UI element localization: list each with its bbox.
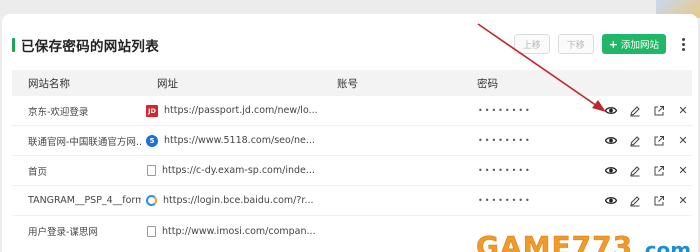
column-header-password: 密码 (477, 77, 498, 90)
pencil-icon[interactable] (628, 164, 642, 178)
site-url-cell: https://login.bce.baidu.com/?r... (141, 195, 329, 206)
more-menu-icon[interactable] (680, 37, 686, 51)
move-up-button[interactable]: 上移 (513, 34, 550, 54)
table-row[interactable]: 京东-欢迎登录 JD https://passport.jd.com/new/l… (12, 96, 692, 126)
eye-icon[interactable] (604, 104, 618, 118)
external-link-icon[interactable] (652, 194, 666, 208)
page-title: 已保存密码的网站列表 (21, 39, 159, 55)
site-name: TANGRAM__PSP_4__form (28, 195, 141, 206)
site-name: 首页 (28, 166, 48, 178)
site-url-cell: https://c-dy.exam-sp.com/inde... (141, 165, 329, 176)
external-link-icon[interactable] (652, 104, 666, 118)
pencil-icon[interactable] (628, 104, 642, 118)
close-icon[interactable]: ✕ (676, 134, 690, 148)
external-link-icon[interactable] (652, 134, 666, 148)
site-name: 京东-欢迎登录 (28, 106, 89, 118)
pencil-icon[interactable] (628, 134, 642, 148)
site-password: •••••••• (478, 166, 532, 175)
site-url: https://c-dy.exam-sp.com/inde... (162, 165, 315, 176)
site-password: •••••••• (478, 196, 532, 205)
document-favicon-icon (147, 225, 156, 237)
site-password: •••••••• (478, 136, 532, 145)
5118-favicon-icon: 5 (146, 134, 158, 147)
site-url: https://passport.jd.com/new/lo... (164, 105, 318, 116)
site-url: https://login.bce.baidu.com/?r... (163, 195, 314, 206)
table-row[interactable]: 首页 https://c-dy.exam-sp.com/inde... ••••… (12, 156, 692, 186)
list-header: 已保存密码的网站列表 (12, 34, 159, 56)
password-table: 网站名称 网址 账号 密码 京东-欢迎登录 JD https://passpor… (12, 70, 692, 246)
external-link-icon[interactable] (652, 164, 666, 178)
site-name: 用户登录-谋思网 (28, 227, 98, 238)
eye-icon[interactable] (604, 134, 618, 148)
site-password: •••••••• (478, 106, 532, 115)
site-url-cell: 5 https://www.5118.com/seo/ne... (141, 134, 329, 147)
close-icon[interactable]: ✕ (676, 164, 690, 178)
row-actions: ✕ (592, 164, 692, 178)
jd-favicon-icon: JD (146, 104, 158, 117)
plus-icon: + (608, 37, 618, 51)
toolbar: 上移 下移 + 添加网站 (513, 34, 686, 54)
eye-icon[interactable] (604, 164, 618, 178)
watermark-suffix: .com (637, 237, 692, 252)
column-header-name: 网站名称 (28, 77, 70, 90)
eye-icon[interactable] (604, 194, 618, 208)
baidu-cloud-favicon-icon (146, 195, 157, 206)
watermark-text: GAME773 (476, 230, 634, 252)
column-header-url: 网址 (157, 77, 178, 90)
column-header-account: 账号 (337, 77, 358, 90)
close-icon[interactable]: ✕ (676, 194, 690, 208)
row-actions: ✕ (592, 104, 692, 118)
site-name: 联通官网-中国联通官方网... (28, 136, 141, 148)
pencil-icon[interactable] (628, 194, 642, 208)
site-url: https://www.5118.com/seo/ne... (164, 135, 315, 146)
title-accent-bar (12, 38, 15, 52)
add-website-label: 添加网站 (620, 40, 659, 51)
table-row[interactable]: TANGRAM__PSP_4__form https://login.bce.b… (12, 186, 692, 216)
site-url-cell: http://www.imosi.com/compan... (141, 225, 329, 237)
table-row[interactable]: 联通官网-中国联通官方网... 5 https://www.5118.com/s… (12, 126, 692, 156)
add-website-button[interactable]: + 添加网站 (601, 34, 666, 54)
table-header: 网站名称 网址 账号 密码 (12, 70, 692, 96)
watermark: GAME773 .com (476, 230, 691, 252)
close-icon[interactable]: ✕ (676, 104, 690, 118)
row-actions: ✕ (592, 134, 692, 148)
site-url-cell: JD https://passport.jd.com/new/lo... (141, 104, 329, 117)
row-actions: ✕ (592, 194, 692, 208)
move-down-button[interactable]: 下移 (557, 34, 594, 54)
document-favicon-icon (147, 165, 156, 176)
site-url: http://www.imosi.com/compan... (162, 225, 316, 237)
